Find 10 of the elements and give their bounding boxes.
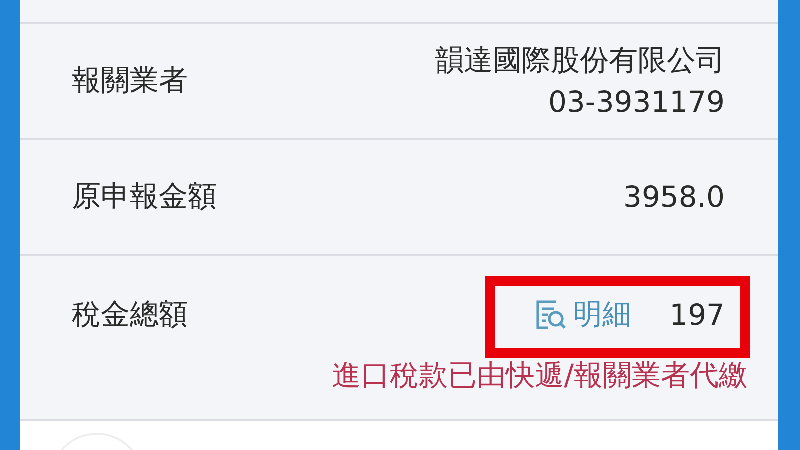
field-value: 3958.0: [624, 179, 725, 216]
document-search-icon: [534, 298, 568, 332]
field-label: 稅金總額: [72, 296, 188, 333]
field-label: 原申報金額: [72, 178, 217, 215]
details-link[interactable]: 明細: [534, 295, 632, 335]
field-value: 197: [670, 297, 725, 334]
field-value: 韻達國際股份有限公司: [435, 42, 725, 79]
field-value: 03-3931179: [548, 84, 725, 121]
tax-note: 進口稅款已由快遞/報關業者代繳: [332, 357, 748, 394]
field-label: 報關業者: [72, 62, 188, 99]
